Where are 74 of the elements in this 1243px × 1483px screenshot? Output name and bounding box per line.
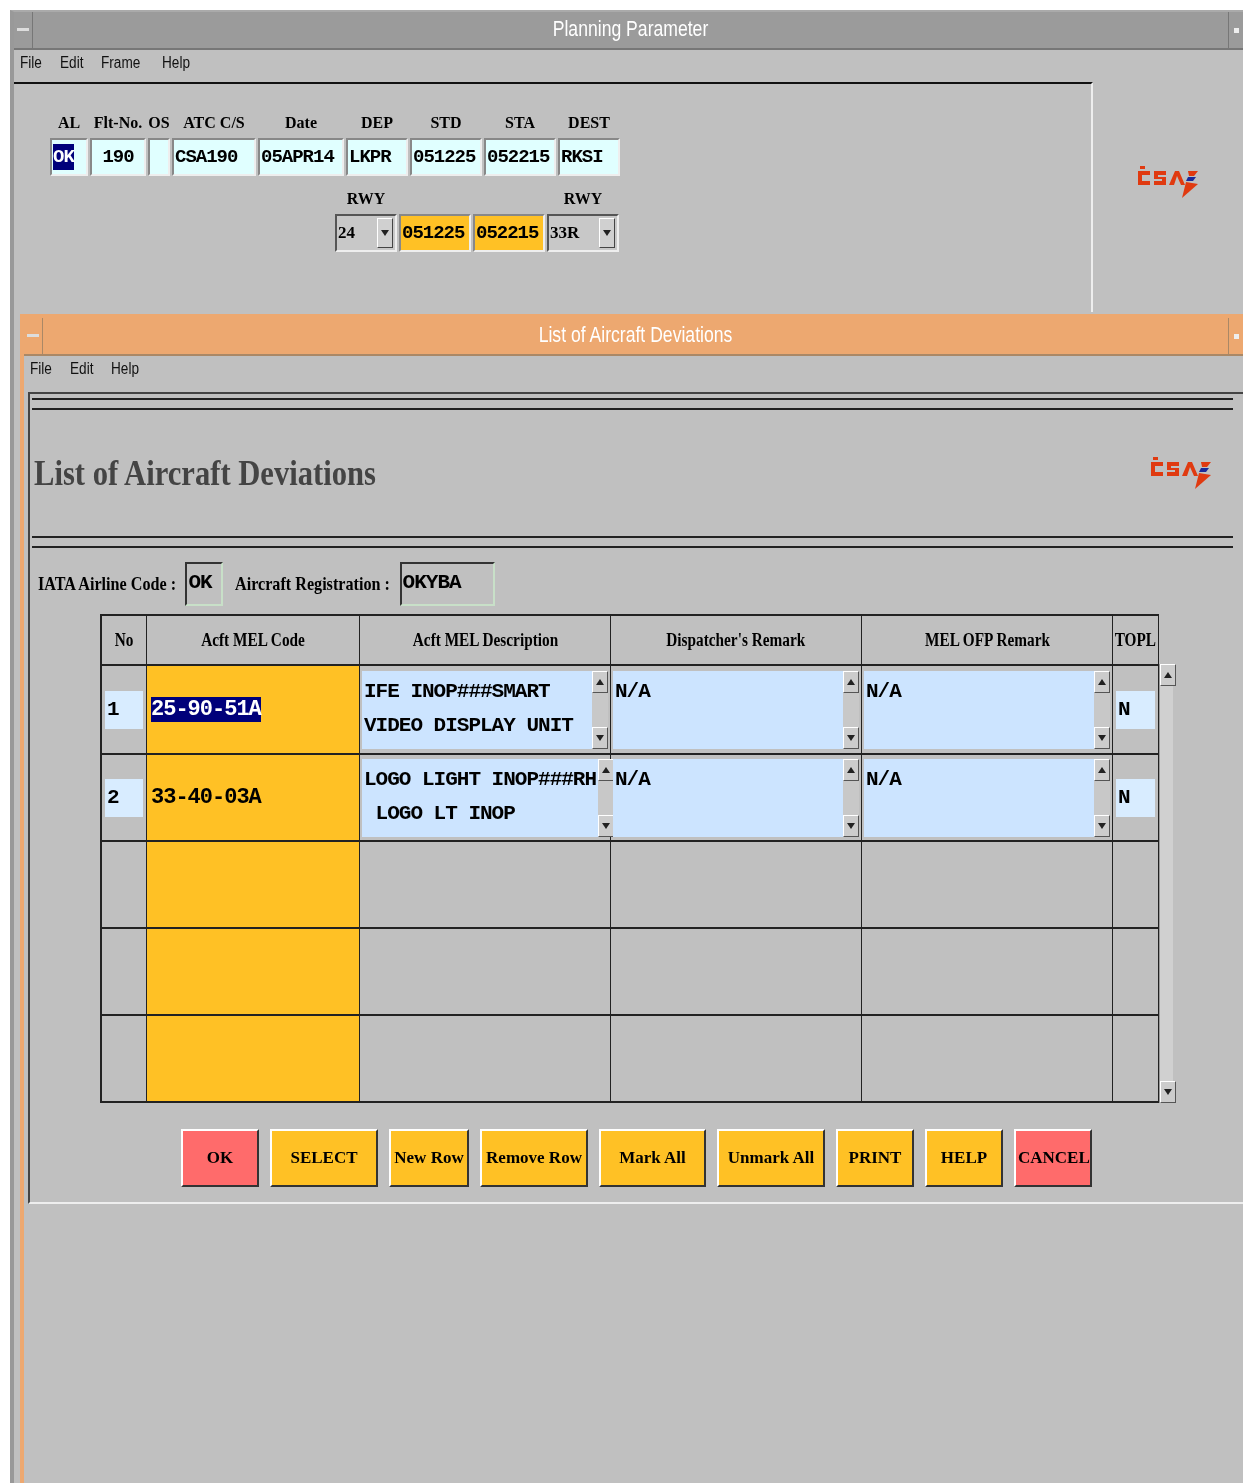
text-area[interactable]: N/A: [864, 758, 1094, 837]
field-label: Aircraft Registration :: [235, 573, 391, 595]
column-header: Acft MEL Description: [360, 616, 611, 664]
action-button[interactable]: CANCEL: [1014, 1129, 1092, 1187]
field-label: Flt-No.: [93, 114, 143, 132]
caret-icon: [381, 230, 389, 236]
input-field[interactable]: RKSI: [558, 138, 620, 176]
action-button[interactable]: Remove Row: [480, 1129, 588, 1187]
action-button[interactable]: HELP: [925, 1129, 1003, 1187]
menu-item[interactable]: Frame: [101, 54, 141, 78]
menu-item[interactable]: File: [20, 54, 42, 78]
dropdown[interactable]: 24: [335, 214, 397, 252]
field-label: DEST: [568, 114, 610, 132]
input-field[interactable]: OKYBA: [399, 562, 495, 606]
input-field[interactable]: 052215: [484, 138, 556, 176]
menu-item[interactable]: File: [30, 360, 52, 384]
table-cell: 25-90-51A: [147, 666, 360, 753]
input-field[interactable]: 051225: [399, 214, 471, 252]
column-header: Dispatcher's Remark: [611, 616, 862, 664]
input-field[interactable]: CSA190: [172, 138, 256, 176]
scrollbar[interactable]: [843, 758, 859, 837]
scrollbar[interactable]: [1094, 758, 1110, 837]
window-title: List of Aircraft Deviations: [537, 321, 734, 349]
field-label: IATA Airline Code :: [38, 573, 177, 595]
menu-item[interactable]: Edit: [59, 54, 84, 78]
scrollbar[interactable]: [1094, 670, 1110, 749]
field-label: DEP: [361, 114, 393, 132]
window-title: Planning Parameter: [551, 15, 710, 43]
action-button[interactable]: New Row: [389, 1129, 469, 1187]
field-label: STA: [505, 114, 535, 132]
text-area[interactable]: LOGO LIGHT INOP###RH LOGO LT INOP: [362, 758, 599, 837]
input-field[interactable]: 052215: [473, 214, 545, 252]
input-field[interactable]: 05APR14: [258, 138, 344, 176]
field-label: AL: [57, 114, 81, 132]
field-label: Date: [285, 114, 317, 132]
column-header: TOPL: [1113, 616, 1159, 664]
input-field[interactable]: OK: [50, 138, 88, 176]
menu-item[interactable]: Help: [161, 54, 190, 78]
scrollbar[interactable]: [598, 758, 615, 837]
column-header: Acft MEL Code: [147, 616, 360, 664]
input-field[interactable]: [148, 138, 170, 176]
field-label: ATC C/S: [183, 114, 245, 132]
text-area[interactable]: N/A: [613, 758, 843, 837]
dropdown[interactable]: 33R: [547, 214, 619, 252]
field-label: STD: [430, 114, 462, 132]
menu-item[interactable]: Edit: [69, 360, 94, 384]
column-header: MEL OFP Remark: [862, 616, 1113, 664]
heading: List of Aircraft Deviations: [34, 452, 376, 494]
input-field[interactable]: N: [1116, 690, 1155, 729]
table-cell: 33-40-03A: [147, 755, 360, 840]
input-field[interactable]: 051225: [410, 138, 482, 176]
field-label: RWY: [346, 190, 386, 208]
text-area[interactable]: N/A: [613, 670, 843, 749]
text-area[interactable]: N/A: [864, 670, 1094, 749]
action-button[interactable]: PRINT: [836, 1129, 914, 1187]
action-button[interactable]: Mark All: [599, 1129, 706, 1187]
scrollbar[interactable]: [1159, 664, 1173, 1103]
scrollbar[interactable]: [592, 670, 608, 749]
column-header: No: [102, 616, 147, 664]
scrollbar[interactable]: [843, 670, 859, 749]
field-label: RWY: [563, 190, 603, 208]
action-button[interactable]: OK: [181, 1129, 259, 1187]
input-field[interactable]: N: [1116, 778, 1155, 817]
menu-item[interactable]: Help: [111, 360, 140, 384]
row-number-field[interactable]: 2: [105, 778, 143, 817]
text-area[interactable]: IFE INOP###SMART VIDEO DISPLAY UNIT: [362, 670, 592, 749]
input-field[interactable]: OK: [185, 562, 224, 606]
input-field[interactable]: 190: [90, 138, 146, 176]
action-button[interactable]: Unmark All: [717, 1129, 825, 1187]
field-label: OS: [148, 114, 170, 132]
action-button[interactable]: SELECT: [270, 1129, 378, 1187]
caret-icon: [603, 230, 611, 236]
input-field[interactable]: LKPR: [346, 138, 408, 176]
row-number-field[interactable]: 1: [105, 690, 143, 729]
